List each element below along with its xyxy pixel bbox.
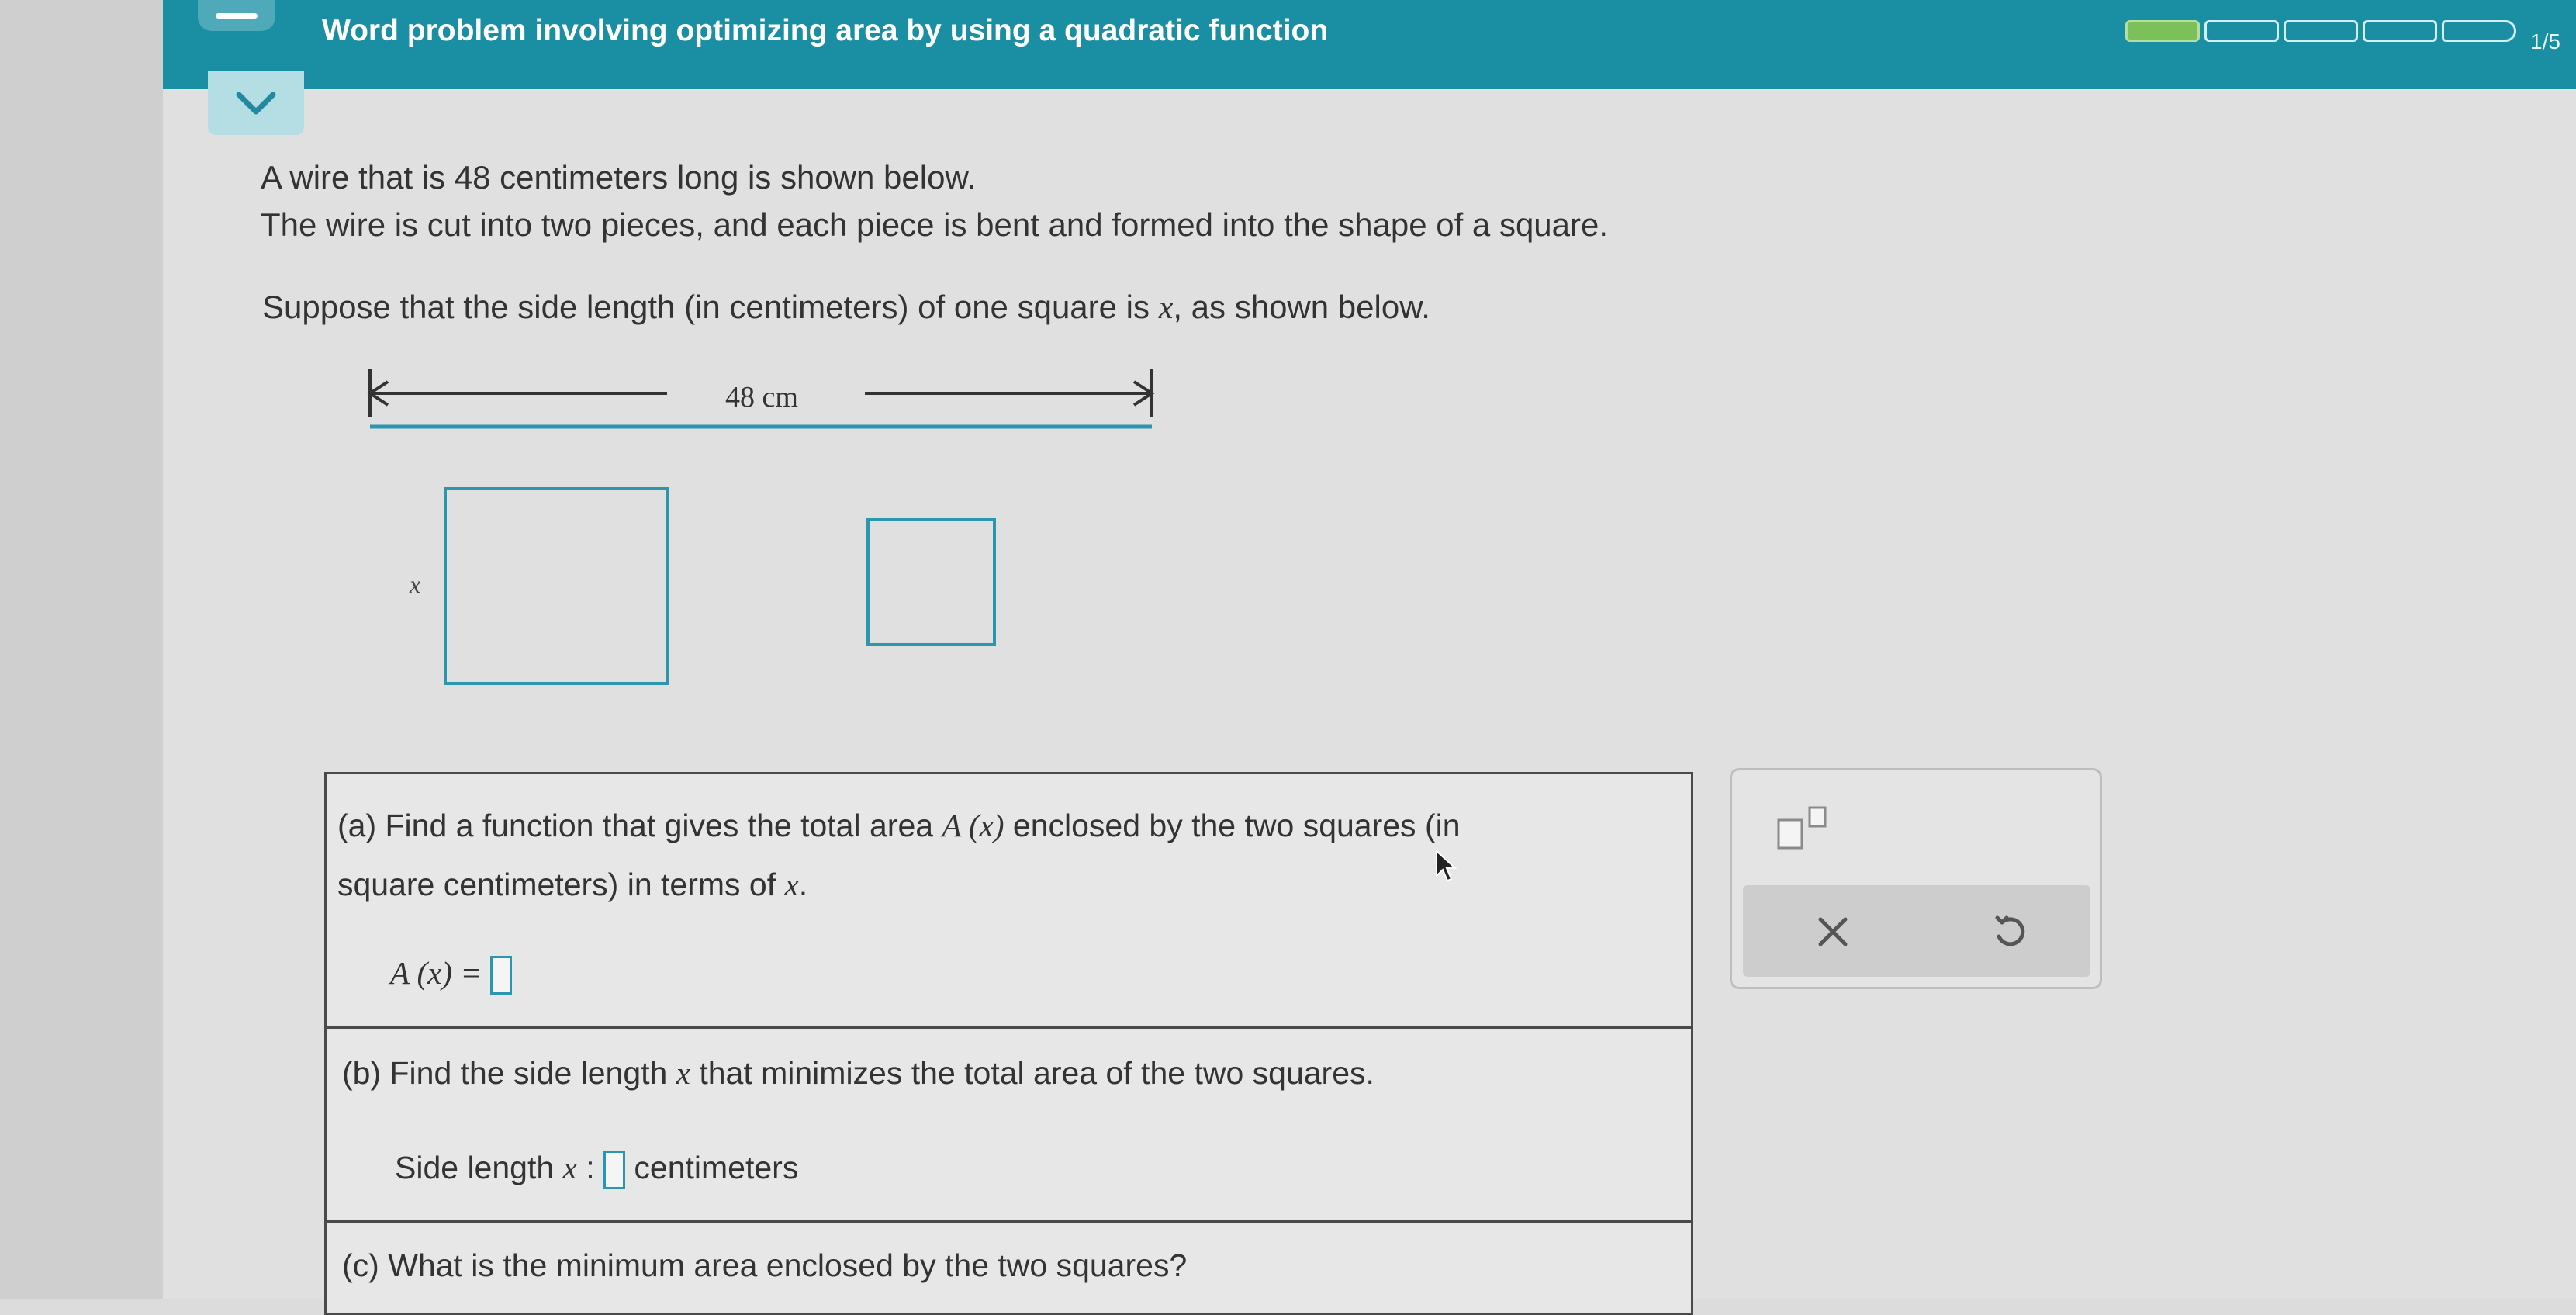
problem-line-1: A wire that is 48 centimeters long is sh… [261,159,977,196]
part-b-answer-row: Side length x : centimeters [395,1149,799,1190]
menu-icon [216,12,258,19]
part-a-text-end: enclosed by the two squares (in [1004,808,1461,843]
variable-x: x [562,1150,577,1185]
function-a-x: A (x) [942,808,1004,843]
mouse-cursor-icon [1436,850,1457,882]
part-a-text: (a) Find a function that gives the total… [337,808,942,843]
answer-parts-box: (a) Find a function that gives the total… [324,772,1693,1315]
square-other [866,518,996,646]
collapse-button[interactable] [208,71,304,135]
part-a-section: (a) Find a function that gives the total… [327,774,1691,1029]
progress-segment [2125,20,2200,42]
part-a-question-line-2: square centimeters) in terms of x. [337,866,807,903]
side-length-label: x [410,570,421,598]
wire-length-label: 48 cm [725,381,798,414]
side-length-label: Side length [395,1150,555,1185]
left-margin [0,0,163,1299]
close-icon [1818,917,1848,946]
problem-line-3-text: Suppose that the side length (in centime… [262,289,1159,325]
math-tools-panel [1730,768,2102,989]
undo-icon [1995,915,2025,946]
page-title: Word problem involving optimizing area b… [322,14,1329,47]
part-b-answer-input[interactable] [603,1151,625,1190]
progress-count: 1/5 [2530,29,2560,54]
part-c-question: (c) What is the minimum area enclosed by… [342,1248,1188,1283]
colon: : [586,1150,595,1185]
part-a-line2-end: . [798,867,808,902]
clear-button[interactable] [1810,908,1856,955]
superscript-template-icon[interactable] [1776,805,1830,851]
chevron-down-icon [236,92,276,115]
part-b-text-end: that minimizes the total area of the two… [690,1055,1374,1091]
problem-line-2: The wire is cut into two pieces, and eac… [261,206,1609,243]
progress-segment [2284,20,2358,42]
part-a-answer-row: A (x) = [390,954,513,995]
progress-bar [2125,20,2521,42]
part-a-answer-label: A (x) = [390,955,482,991]
problem-line-3-end: , as shown below. [1173,289,1430,325]
tool-actions [1743,885,2090,977]
variable-x: x [1158,290,1174,326]
part-a-line2-text: square centimeters) in terms of [337,867,785,902]
part-b-question: (b) Find the side length x that minimize… [342,1054,1374,1092]
part-b-section: (b) Find the side length x that minimize… [327,1026,1691,1223]
square-x [444,487,669,685]
progress-segment [2204,20,2279,42]
variable-x: x [784,867,799,902]
unit-label: centimeters [634,1150,799,1185]
undo-button[interactable] [1986,908,2033,955]
part-b-text: (b) Find the side length [342,1055,676,1091]
progress-segment [2363,20,2437,42]
part-a-answer-input[interactable] [490,956,513,995]
problem-line-3: Suppose that the side length (in centime… [262,289,1430,327]
part-a-question: (a) Find a function that gives the total… [337,807,1461,844]
variable-x: x [676,1055,690,1091]
progress-segment [2442,20,2516,42]
menu-button[interactable] [198,0,275,31]
